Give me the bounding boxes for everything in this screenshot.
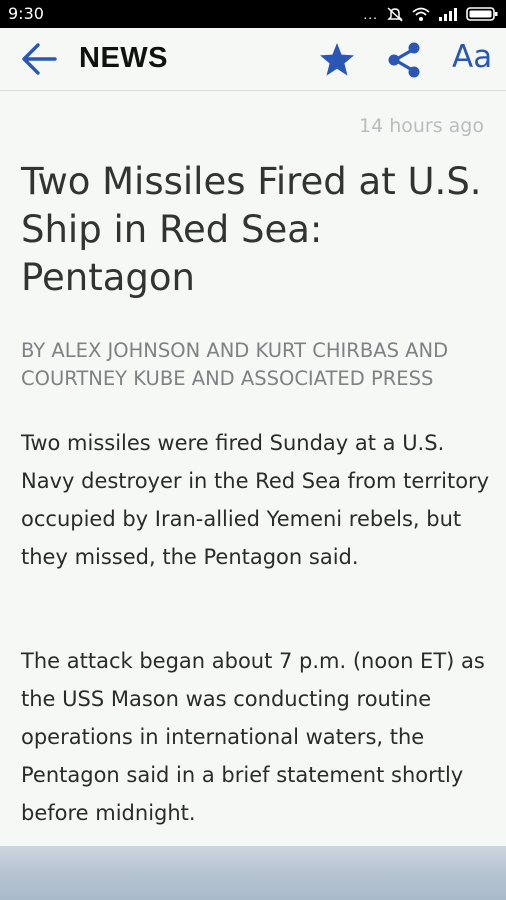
battery-icon (466, 7, 498, 21)
share-icon[interactable] (385, 41, 423, 79)
back-arrow-icon[interactable] (20, 41, 58, 77)
article-image[interactable] (0, 846, 506, 900)
status-icons: ... (363, 5, 498, 23)
font-size-button[interactable]: Aa (452, 39, 492, 75)
article-paragraph: Two missiles were fired Sunday at a U.S.… (21, 431, 490, 569)
article-byline: BY ALEX JOHNSON AND KURT CHIRBAS AND COU… (21, 339, 449, 390)
status-bar: 9:30 ... (0, 0, 506, 28)
app-bar: NEWS Aa (0, 28, 506, 91)
article-headline: Two Missiles Fired at U.S. Ship in Red S… (21, 160, 482, 299)
signal-icon (439, 8, 457, 21)
app-title: NEWS (79, 42, 168, 74)
status-dots: ... (363, 6, 378, 22)
article-paragraph: The attack began about 7 p.m. (noon ET) … (21, 649, 485, 825)
star-icon[interactable] (318, 41, 356, 79)
wifi-icon (412, 7, 430, 21)
silent-icon (387, 7, 403, 22)
status-time: 9:30 (8, 4, 44, 23)
article-timestamp: 14 hours ago (358, 115, 484, 137)
